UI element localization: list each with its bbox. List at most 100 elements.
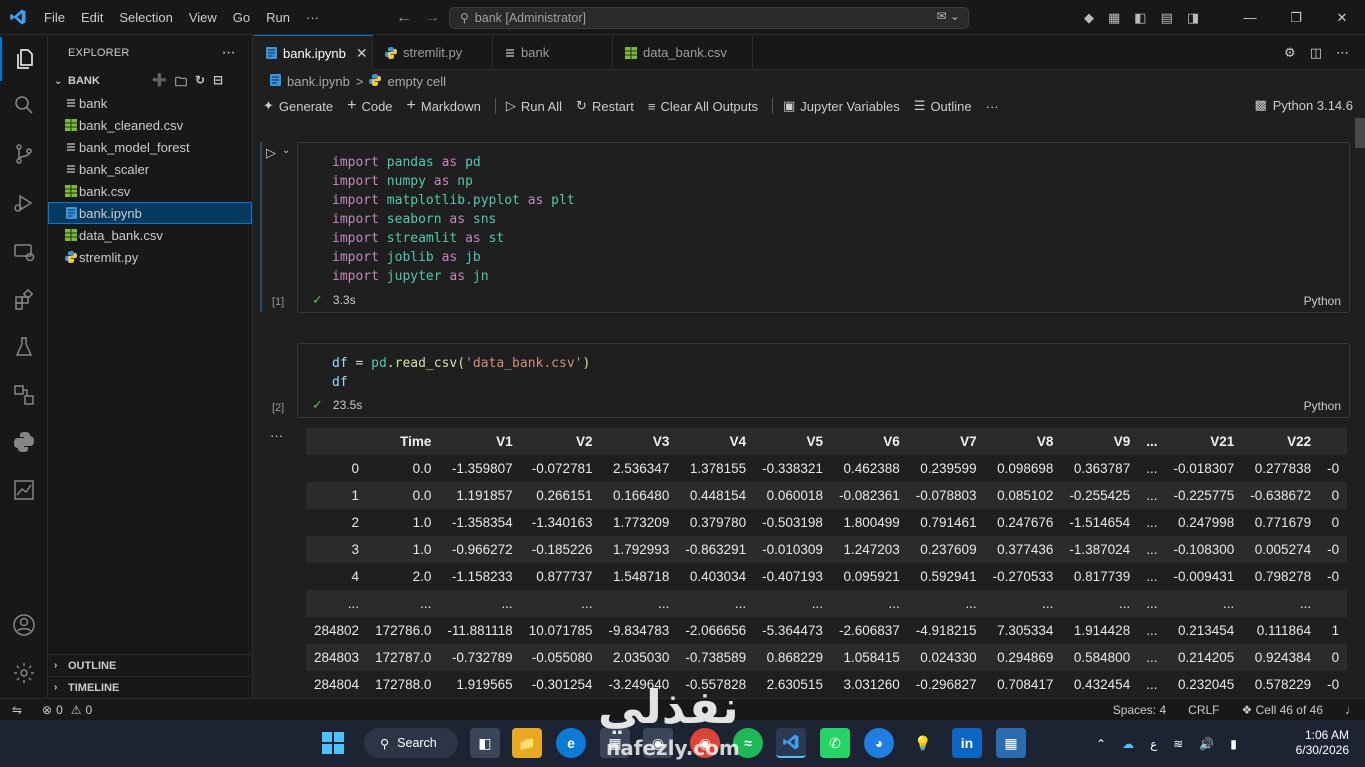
collapse-all-icon[interactable]: ⊟ (213, 73, 223, 94)
run-all-button[interactable]: ▷ Run All (506, 98, 562, 114)
toolbar-more-button[interactable]: ··· (986, 99, 999, 114)
file-item[interactable]: stremlit.py (48, 246, 252, 268)
chevron-up-icon[interactable]: ⌃ (1096, 737, 1106, 751)
gear-icon[interactable]: ⚙ (1284, 45, 1296, 61)
cell-language[interactable]: Python (1304, 399, 1341, 413)
menu-more[interactable]: ··· (298, 0, 327, 35)
back-arrow-icon[interactable]: ← (396, 9, 412, 27)
menu-view[interactable]: View (181, 0, 225, 35)
notifications-bell-icon[interactable]: ♩ (1345, 703, 1357, 717)
forward-arrow-icon[interactable]: → (424, 9, 440, 27)
search-icon[interactable] (0, 83, 48, 127)
remote-explorer-icon[interactable] (0, 230, 48, 274)
start-windows-icon[interactable] (318, 728, 348, 758)
close-tab-icon[interactable]: ✕ (356, 45, 368, 62)
menu-selection[interactable]: Selection (111, 0, 180, 35)
eol-status[interactable]: CRLF (1188, 703, 1219, 717)
code-cell[interactable]: df = pd.read_csv('data_bank.csv') df ✓ 2… (297, 343, 1350, 418)
run-cell-button[interactable]: ▷ ⌄ (266, 145, 290, 161)
customize-layout-icon[interactable]: ▦ (1108, 10, 1120, 26)
tab-data-bank-csv[interactable]: data_bank.csv (613, 35, 753, 70)
file-explorer-icon[interactable]: 📁 (512, 728, 542, 758)
new-file-icon[interactable]: ➕ (152, 73, 167, 94)
toggle-primary-sidebar-icon[interactable]: ◧ (1134, 10, 1146, 26)
command-center[interactable]: ⚲ bank [Administrator] ✉ ⌄ (449, 7, 969, 29)
explorer-icon[interactable] (0, 37, 48, 81)
file-item-selected[interactable]: bank.ipynb (48, 202, 252, 224)
volume-icon[interactable]: 🔊 (1199, 737, 1214, 751)
more-actions-icon[interactable]: ⋯ (1336, 45, 1349, 61)
menu-edit[interactable]: Edit (73, 0, 111, 35)
menu-file[interactable]: File (36, 0, 73, 35)
split-editor-icon[interactable]: ◫ (1310, 45, 1322, 61)
cell-language[interactable]: Python (1304, 294, 1341, 308)
minimize-icon[interactable]: — (1227, 0, 1273, 35)
clock[interactable]: 1:06 AM 6/30/2026 (1296, 728, 1349, 758)
restore-icon[interactable]: ❐ (1273, 0, 1319, 35)
edge-browser-icon[interactable]: e (556, 728, 586, 758)
app-icon[interactable]: ◕ (864, 728, 894, 758)
battery-icon[interactable]: ▮ (1230, 737, 1237, 751)
file-item[interactable]: bank_cleaned.csv (48, 114, 252, 136)
toggle-panel-icon[interactable]: ▤ (1161, 10, 1173, 26)
onedrive-cloud-icon[interactable]: ☁ (1122, 737, 1134, 751)
jupyter-variables-button[interactable]: ▣ Jupyter Variables (783, 98, 900, 114)
timeline-section[interactable]: › TIMELINE (48, 676, 253, 698)
more-actions-icon[interactable]: ⋯ (222, 44, 236, 61)
file-item[interactable]: data_bank.csv (48, 224, 252, 246)
copilot-chat-icon[interactable]: ✉ ⌄ (937, 9, 960, 23)
workspace-folder[interactable]: ⌄ BANK ➕ 🗀 ↻ ⊟ (48, 70, 252, 92)
language-indicator[interactable]: ع (1150, 737, 1157, 751)
breadcrumb-file[interactable]: bank.ipynb (287, 74, 350, 89)
tab-bank[interactable]: bank (493, 35, 613, 70)
tab-stremlit-py[interactable]: stremlit.py (373, 35, 493, 70)
remote-indicator-icon[interactable]: ⇋ (0, 699, 34, 721)
file-item[interactable]: bank (48, 92, 252, 114)
refresh-icon[interactable]: ↻ (195, 73, 205, 94)
file-item[interactable]: bank_scaler (48, 158, 252, 180)
file-item[interactable]: bank.csv (48, 180, 252, 202)
add-code-button[interactable]: + Code (347, 97, 392, 115)
cell-source[interactable]: df = pd.read_csv('data_bank.csv') df (298, 344, 1349, 392)
restart-button[interactable]: ↻ Restart (576, 98, 634, 114)
cell-source[interactable]: import pandas as pd import numpy as np i… (298, 143, 1349, 286)
source-control-icon[interactable] (0, 132, 48, 176)
vertical-scrollbar[interactable] (1355, 118, 1365, 148)
code-cell[interactable]: import pandas as pd import numpy as np i… (297, 142, 1350, 313)
cell-position[interactable]: ❖ Cell 46 of 46 (1242, 703, 1324, 717)
problems-indicator[interactable]: ⊗ 0 ⚠ 0 (34, 703, 92, 717)
outline-section[interactable]: › OUTLINE (48, 654, 253, 676)
extensions-icon[interactable] (0, 278, 48, 322)
indentation-status[interactable]: Spaces: 4 (1113, 703, 1166, 717)
jupyter-panel-icon[interactable] (0, 373, 48, 417)
clear-outputs-button[interactable]: ≡ Clear All Outputs (648, 99, 758, 114)
outline-button[interactable]: ☰ Outline (914, 98, 972, 114)
add-markdown-button[interactable]: + Markdown (407, 97, 481, 115)
generate-button[interactable]: ✦ Generate (263, 98, 333, 114)
linkedin-icon[interactable]: in (952, 728, 982, 758)
accounts-icon[interactable] (0, 603, 48, 647)
close-window-icon[interactable]: ✕ (1319, 0, 1365, 35)
menu-run[interactable]: Run (258, 0, 298, 35)
breadcrumb-cell[interactable]: empty cell (387, 74, 446, 89)
output-more-button[interactable]: ··· (270, 428, 283, 443)
whatsapp-icon[interactable]: ✆ (820, 728, 850, 758)
python-icon[interactable] (0, 420, 48, 464)
tips-bulb-icon[interactable]: 💡 (908, 728, 938, 758)
vscode-taskbar-icon[interactable] (776, 728, 806, 758)
menu-go[interactable]: Go (225, 0, 258, 35)
copilot-icon[interactable]: ◆ (1084, 10, 1094, 26)
chart-app-icon[interactable]: ▦ (996, 728, 1026, 758)
wifi-icon[interactable]: ≋ (1173, 737, 1183, 751)
testing-icon[interactable] (0, 325, 48, 369)
run-debug-icon[interactable] (0, 181, 48, 225)
kernel-picker[interactable]: ▩ Python 3.14.6 (1254, 97, 1353, 113)
task-view-icon[interactable]: ◧ (470, 728, 500, 758)
settings-gear-icon[interactable] (0, 651, 48, 695)
toggle-secondary-sidebar-icon[interactable]: ◨ (1187, 10, 1199, 26)
new-folder-icon[interactable]: 🗀 (175, 73, 187, 94)
taskbar-search[interactable]: ⚲ Search (364, 728, 458, 758)
data-wrangler-icon[interactable] (0, 468, 48, 512)
tab-bank-ipynb[interactable]: bank.ipynb ✕ (254, 35, 373, 70)
file-item[interactable]: bank_model_forest (48, 136, 252, 158)
